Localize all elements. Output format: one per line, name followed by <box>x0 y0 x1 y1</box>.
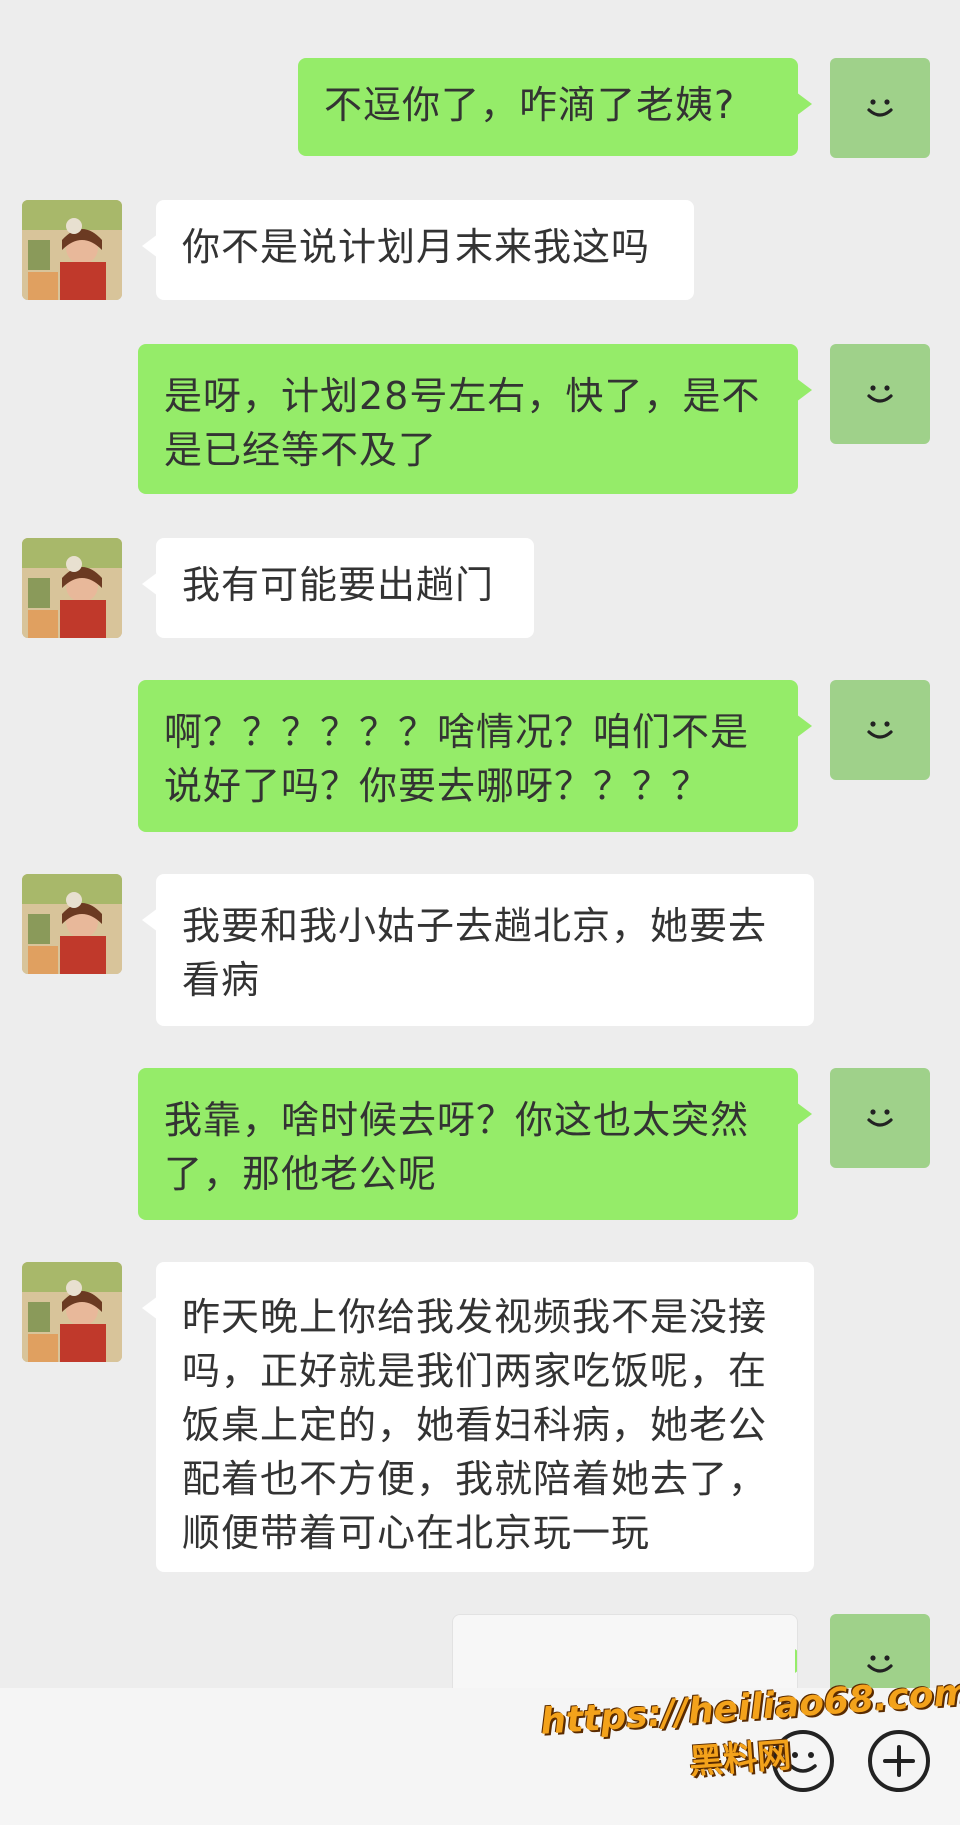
message-text: 我有可能要出趟门 <box>182 563 495 607</box>
message-text: 我靠，啥时候去呀？你这也太突然了，那他老公呢 <box>164 1098 750 1196</box>
message-text: 啊？？？？？？啥情况？咱们不是说好了吗？你要去哪呀？？？？ <box>164 710 750 808</box>
smiley-avatar-icon <box>867 721 893 739</box>
message-bubble-self[interactable]: 我靠，啥时候去呀？你这也太突然了，那他老公呢 <box>138 1068 812 1220</box>
message-bubble-other[interactable]: 我要和我小姑子去趟北京，她要去看病 <box>142 874 814 1026</box>
contact-avatar[interactable] <box>22 538 122 638</box>
contact-photo-icon <box>22 538 122 638</box>
self-avatar[interactable] <box>830 680 930 780</box>
smiley-avatar-icon <box>867 385 893 403</box>
message-text: 不逗你了，咋滴了老姨? <box>324 83 736 127</box>
smiley-avatar-icon <box>867 1109 893 1127</box>
contact-photo-icon <box>22 1262 122 1362</box>
watermark: https://heiliao68.com 黑料网 <box>539 1672 960 1783</box>
message-text: 是呀，计划28号左右，快了，是不是已经等不及了 <box>164 374 761 472</box>
contact-avatar[interactable] <box>22 200 122 300</box>
message-text: 我要和我小姑子去趟北京，她要去看病 <box>182 904 768 1002</box>
self-avatar[interactable] <box>830 1068 930 1168</box>
message-text: 昨天晚上你给我发视频我不是没接吗，正好就是我们两家吃饭呢，在饭桌上定的，她看妇科… <box>182 1295 768 1555</box>
message-bubble-self[interactable]: 是呀，计划28号左右，快了，是不是已经等不及了 <box>138 344 812 494</box>
smiley-avatar-icon <box>867 99 893 117</box>
contact-avatar[interactable] <box>22 874 122 974</box>
message-bubble-other[interactable]: 我有可能要出趟门 <box>142 538 534 638</box>
contact-photo-icon <box>22 874 122 974</box>
contact-photo-icon <box>22 200 122 300</box>
chat-window: 不逗你了，咋滴了老姨? 你不是说计划月末来我这吗 是呀，计划28号左右，快了，是… <box>0 0 960 1825</box>
message-bubble-other[interactable]: 昨天晚上你给我发视频我不是没接吗，正好就是我们两家吃饭呢，在饭桌上定的，她看妇科… <box>142 1262 814 1572</box>
self-avatar[interactable] <box>830 58 930 158</box>
contact-avatar[interactable] <box>22 1262 122 1362</box>
message-bubble-self[interactable]: 啊？？？？？？啥情况？咱们不是说好了吗？你要去哪呀？？？？ <box>138 680 812 832</box>
message-bubble-other[interactable]: 你不是说计划月末来我这吗 <box>142 200 694 300</box>
message-bubble-self[interactable]: 不逗你了，咋滴了老姨? <box>298 58 812 156</box>
self-avatar[interactable] <box>830 344 930 444</box>
message-text: 你不是说计划月末来我这吗 <box>182 225 651 269</box>
